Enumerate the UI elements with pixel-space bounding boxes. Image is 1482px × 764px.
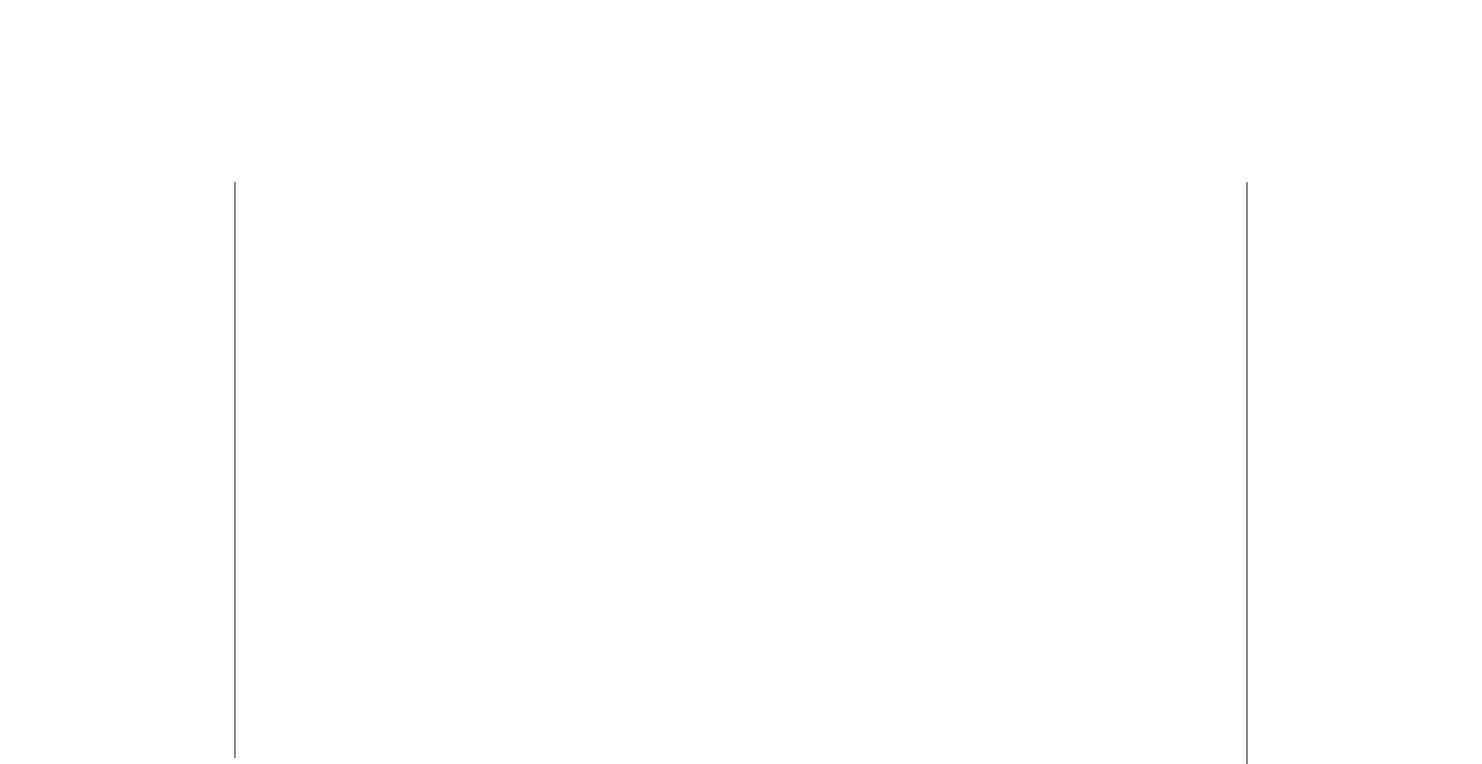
blank-page-viewport bbox=[0, 0, 1482, 764]
blank-top-area bbox=[0, 0, 1482, 182]
content-frame-left-border bbox=[234, 182, 236, 758]
blank-content-frame bbox=[234, 182, 1246, 764]
content-frame-right-border bbox=[1246, 182, 1248, 764]
